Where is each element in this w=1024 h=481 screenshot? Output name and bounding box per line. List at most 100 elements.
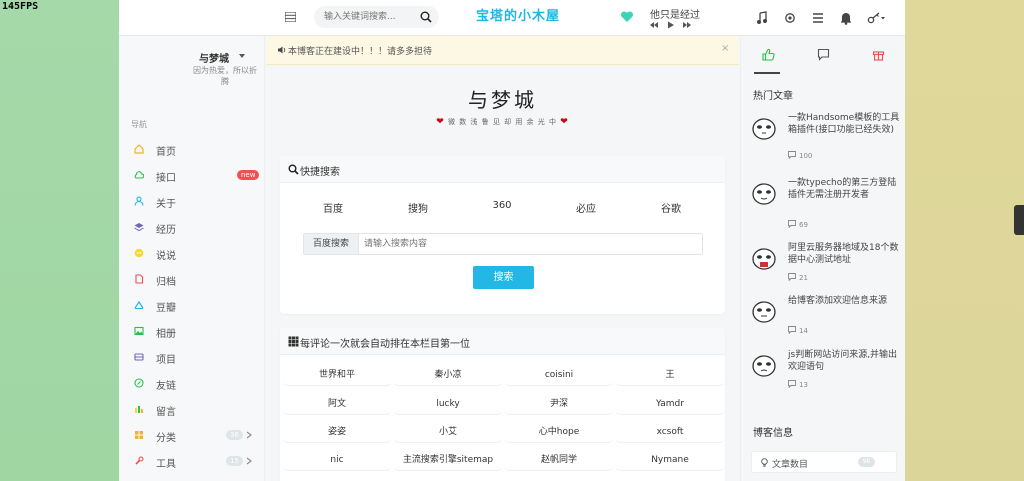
quick-search-button[interactable]: 搜索 (473, 266, 534, 289)
heart-icon[interactable] (620, 10, 634, 24)
tab-popular[interactable] (741, 36, 796, 74)
commenters-header: 每评论一次就会自动排在本栏目第一位 (280, 328, 725, 355)
bell-icon[interactable] (838, 10, 854, 26)
commenter-item[interactable]: lucky (393, 393, 503, 415)
hot-post-item[interactable]: 阿里云服务器地域及18个数据中心测试地址 21 (751, 242, 901, 287)
tab-gift[interactable] (851, 36, 905, 74)
tab-engine-google[interactable]: 谷歌 (646, 200, 696, 215)
commenter-item[interactable]: 阿文 (282, 393, 392, 415)
commenter-item[interactable]: 秦小凉 (393, 364, 503, 386)
commenter-item[interactable]: 小艾 (393, 421, 503, 443)
commenter-item[interactable]: 世界和平 (282, 364, 392, 386)
fps-counter: 145FPS (2, 1, 39, 12)
hot-post-title[interactable]: 阿里云服务器地域及18个数据中心测试地址 (788, 242, 901, 266)
edge-toggle-handle[interactable] (1014, 205, 1024, 235)
play-icon[interactable] (668, 21, 674, 29)
commenter-item[interactable]: 主流搜索引擎sitemap (393, 449, 503, 471)
site-logo[interactable]: 宝塔的小木屋 (476, 5, 560, 24)
chevron-right-icon[interactable] (246, 457, 252, 465)
tab-engine-baidu[interactable]: 百度 (308, 200, 358, 215)
hot-post-item[interactable]: 一款typecho的第三方登陆插件无需注册开发者 69 (751, 177, 901, 229)
sidebar-item-album[interactable]: 相册 (119, 320, 265, 342)
blog-info-value: 96 (858, 457, 875, 467)
grid-icon[interactable] (285, 12, 296, 22)
tab-engine-sogou[interactable]: 搜狗 (393, 200, 443, 215)
sidebar-item-about[interactable]: 关于 (119, 190, 265, 212)
hot-post-item[interactable]: js判断网站访问来源,并输出欢迎语句 13 (751, 349, 901, 394)
sidebar-item-tools[interactable]: 工具 15 (119, 450, 265, 472)
cloud-icon (134, 171, 144, 179)
hot-post-item[interactable]: 一款Handsome模板的工具箱插件(接口功能已经失效) 100 (751, 112, 901, 162)
hot-post-title[interactable]: 一款Handsome模板的工具箱插件(接口功能已经失效) (788, 112, 901, 136)
sidebar-item-archive[interactable]: 归档 (119, 268, 265, 290)
sidebar-item-guestbook[interactable]: 留言 (119, 398, 265, 420)
project-icon (134, 353, 144, 361)
comment-count: 13 (799, 381, 808, 389)
chevron-down-icon[interactable] (239, 54, 245, 58)
avatar (752, 355, 776, 377)
sidebar-item-projects[interactable]: 项目 (119, 346, 265, 368)
hot-post-item[interactable]: 给博客添加欢迎信息来源 14 (751, 295, 901, 340)
douban-icon (134, 300, 144, 309)
layers-icon (134, 223, 144, 232)
music-note-icon[interactable] (754, 10, 770, 26)
close-icon[interactable]: × (721, 43, 729, 54)
sidebar-item-friends[interactable]: 友链 (119, 372, 265, 394)
search-icon[interactable] (420, 11, 432, 23)
sidebar-item-talk[interactable]: 说说 (119, 242, 265, 264)
key-icon[interactable] (866, 10, 886, 26)
bulb-icon (761, 458, 768, 467)
quick-search-input[interactable] (364, 236, 694, 252)
desktop-background-right (905, 0, 1024, 481)
tab-engine-bing[interactable]: 必应 (561, 200, 611, 215)
avatar (752, 118, 776, 140)
commenter-item[interactable]: 赵帆同学 (504, 449, 614, 471)
menu-icon[interactable] (810, 10, 826, 26)
hot-post-title[interactable]: 给博客添加欢迎信息来源 (788, 295, 901, 307)
hot-post-title[interactable]: js判断网站访问来源,并输出欢迎语句 (788, 349, 901, 373)
blog-window: 宝塔的小木屋 他只是经过 (119, 0, 905, 481)
thumbs-up-icon (762, 48, 775, 61)
sidebar-item-api[interactable]: 接口 new (119, 164, 265, 186)
commenter-item[interactable]: Yamdr (615, 393, 725, 415)
home-icon (134, 144, 144, 154)
page-title: 与梦城 (468, 88, 537, 112)
sidebar-item-label: 说说 (156, 251, 176, 262)
sidebar-item-douban[interactable]: 豆瓣 (119, 294, 265, 316)
sidebar-item-category[interactable]: 分类 36 (119, 424, 265, 446)
header-search-input[interactable] (324, 9, 414, 25)
music-title: 他只是经过 (650, 10, 700, 21)
tab-engine-360[interactable]: 360 (477, 200, 527, 211)
previous-track-icon[interactable] (650, 22, 658, 28)
message-icon (135, 406, 143, 413)
hot-posts-heading: 热门文章 (753, 91, 793, 102)
commenter-item[interactable]: coisini (504, 364, 614, 386)
commenter-item[interactable]: 心中hope (504, 421, 614, 443)
commenter-item[interactable]: xcsoft (615, 421, 725, 443)
link-icon (134, 378, 144, 388)
commenter-item[interactable]: Nymane (615, 449, 725, 471)
comment-icon (788, 220, 796, 228)
heart-icon: ❤ (560, 117, 569, 127)
hot-post-title[interactable]: 一款typecho的第三方登陆插件无需注册开发者 (788, 177, 901, 201)
tab-active-indicator (754, 72, 780, 74)
tab-comments[interactable] (796, 36, 851, 74)
sidebar-item-home[interactable]: 首页 (119, 138, 265, 160)
commenter-item[interactable]: 王 (615, 364, 725, 386)
right-sidebar: 热门文章 一款Handsome模板的工具箱插件(接口功能已经失效) 100 一款… (740, 36, 905, 481)
commenter-item[interactable]: nic (282, 449, 392, 471)
settings-icon[interactable] (782, 10, 798, 26)
chevron-right-icon[interactable] (246, 431, 252, 439)
author-name[interactable]: 与梦城 (199, 50, 229, 65)
search-engine-tabs: 百度 搜狗 360 必应 谷歌 (280, 200, 725, 215)
commenter-item[interactable]: 姿姿 (282, 421, 392, 443)
sidebar-item-label: 接口 (156, 173, 176, 184)
grid-icon (288, 336, 299, 347)
nav-heading: 导航 (131, 120, 147, 129)
sidebar-item-experience[interactable]: 经历 (119, 216, 265, 238)
tools-count-badge: 15 (226, 456, 243, 466)
blog-info-item: 文章数目 96 (751, 451, 897, 473)
commenter-item[interactable]: 尹深 (504, 393, 614, 415)
next-track-icon[interactable] (683, 22, 691, 28)
quick-search-card: 快捷搜索 百度 搜狗 360 必应 谷歌 百度搜索 搜索 (280, 156, 725, 314)
